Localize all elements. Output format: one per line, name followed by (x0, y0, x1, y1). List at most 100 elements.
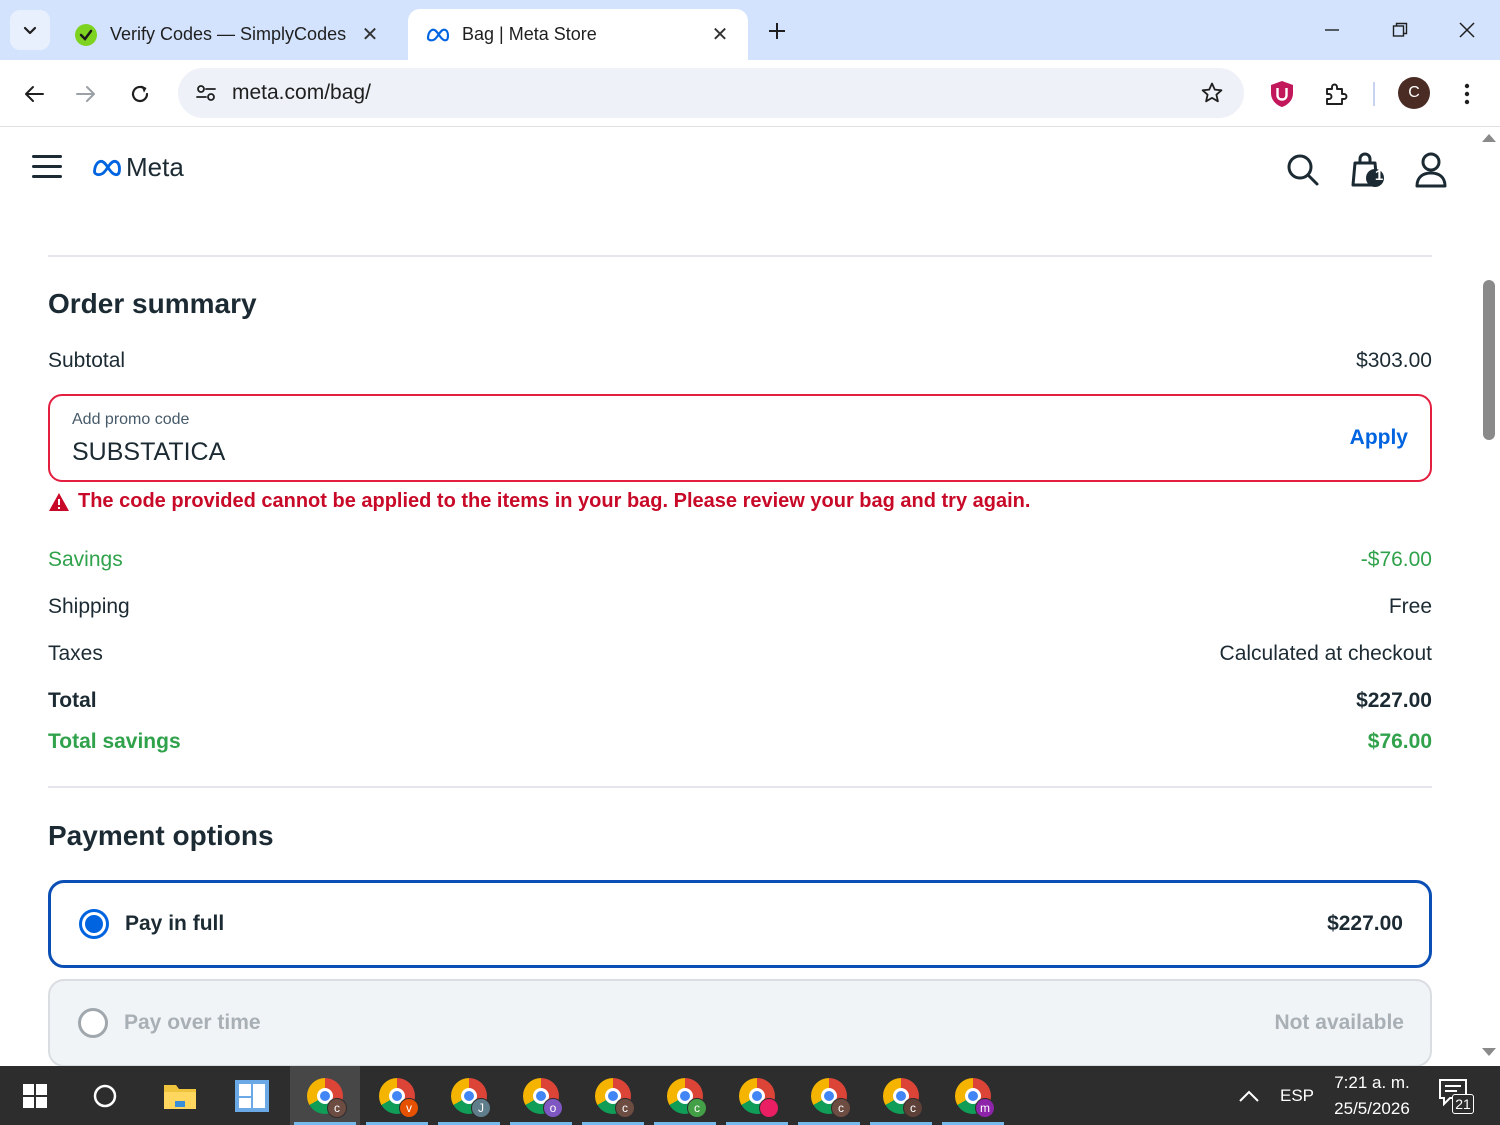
subtotal-value: $303.00 (1356, 349, 1432, 372)
tab-title: Bag | Meta Store (462, 24, 597, 44)
minimize-button[interactable] (1312, 10, 1352, 50)
taskbar-chrome-window[interactable]: c (794, 1066, 864, 1125)
search-icon[interactable] (1284, 150, 1322, 190)
apply-promo-button[interactable]: Apply (1350, 426, 1408, 450)
chrome-icon: c (811, 1077, 851, 1118)
profile-badge: J (471, 1097, 491, 1118)
scroll-thumb[interactable] (1483, 280, 1495, 440)
close-icon[interactable]: ✕ (708, 23, 732, 47)
taxes-value: Calculated at checkout (1219, 642, 1432, 665)
chevron-down-icon (23, 26, 37, 35)
subtotal-row: Subtotal $303.00 (48, 349, 1432, 373)
meta-infinity-icon (93, 159, 121, 176)
taskbar-chrome-window[interactable]: v (362, 1066, 432, 1125)
language-indicator[interactable]: ESP (1280, 1066, 1314, 1125)
reload-button[interactable] (120, 74, 160, 114)
taskbar-chrome-window[interactable]: c (866, 1066, 936, 1125)
kebab-menu-icon[interactable] (1449, 76, 1485, 112)
site-info-icon[interactable] (190, 77, 222, 109)
forward-button[interactable] (66, 74, 106, 114)
address-bar[interactable]: meta.com/bag/ (178, 68, 1244, 118)
chrome-icon: v (379, 1077, 419, 1118)
chrome-icon: c (307, 1077, 347, 1118)
chrome-icon: o (523, 1077, 563, 1118)
scroll-up-arrow-icon[interactable] (1482, 134, 1496, 142)
section-divider (48, 786, 1432, 788)
chrome-icon: c (595, 1077, 635, 1118)
close-window-button[interactable] (1447, 10, 1487, 50)
promo-code-field[interactable]: Add promo code SUBSTATICA Apply (48, 394, 1432, 482)
url-text[interactable]: meta.com/bag/ (232, 81, 371, 105)
option-label: Pay in full (125, 912, 225, 935)
site-header: Meta 1 (0, 128, 1478, 210)
new-tab-button[interactable] (762, 16, 792, 46)
taskbar-chrome-window[interactable]: J (434, 1066, 504, 1125)
arrow-left-icon (25, 86, 44, 102)
page-scrollbar[interactable] (1478, 128, 1500, 1066)
profile-badge: c (831, 1097, 851, 1118)
chrome-icon: J (451, 1077, 491, 1118)
meta-logo[interactable]: Meta (92, 152, 184, 183)
tab-search-button[interactable] (10, 10, 50, 50)
promo-code-input[interactable]: SUBSTATICA (72, 438, 225, 467)
plus-icon (769, 23, 785, 39)
taskbar-chrome-window[interactable]: c (650, 1066, 720, 1125)
taxes-label: Taxes (48, 642, 103, 665)
pay-in-full-option[interactable]: Pay in full $227.00 (48, 880, 1432, 968)
pay-over-time-option: Pay over time Not available (48, 979, 1432, 1066)
restore-icon (1392, 22, 1408, 37)
back-button[interactable] (14, 74, 54, 114)
windows-start-button[interactable] (0, 1066, 70, 1125)
bookmark-star-icon[interactable] (1198, 79, 1226, 107)
chrome-icon: c (667, 1077, 707, 1118)
clock-time: 7:21 a. m. (1334, 1073, 1410, 1092)
file-explorer-button[interactable] (145, 1066, 215, 1125)
promo-error-message: The code provided cannot be applied to t… (48, 490, 1030, 513)
option-label: Pay over time (124, 1011, 261, 1034)
profile-badge: c (327, 1097, 347, 1118)
app-launcher-button[interactable] (217, 1066, 287, 1125)
savings-row: Savings -$76.00 (48, 548, 1432, 572)
taskbar-chrome-window[interactable]: o (506, 1066, 576, 1125)
system-clock[interactable]: 7:21 a. m. 25/5/2026 (1322, 1070, 1422, 1122)
radio-button-selected[interactable] (79, 909, 109, 939)
promo-error-text: The code provided cannot be applied to t… (78, 490, 1031, 512)
tab-simplycodes[interactable]: Verify Codes — SimplyCodes ✕ (56, 9, 398, 60)
action-center-button[interactable]: 21 (1438, 1078, 1474, 1114)
browser-tabstrip: Verify Codes — SimplyCodes ✕ Bag | Meta … (0, 0, 1500, 60)
chevron-up-icon (1239, 1090, 1259, 1102)
cortana-search-button[interactable] (70, 1066, 140, 1125)
option-price: $227.00 (1327, 912, 1403, 935)
user-account-icon[interactable] (1412, 150, 1450, 190)
close-icon[interactable]: ✕ (358, 23, 382, 47)
circle-search-icon (93, 1084, 117, 1107)
taskbar-chrome-window[interactable]: c (578, 1066, 648, 1125)
windows-logo-icon (23, 1083, 47, 1108)
taskbar-chrome-window[interactable]: c (290, 1066, 360, 1125)
clock-date: 25/5/2026 (1334, 1099, 1410, 1118)
taskbar-chrome-window[interactable]: m (938, 1066, 1008, 1125)
logo-text: Meta (126, 152, 184, 182)
taskbar-chrome-window[interactable] (722, 1066, 792, 1125)
tab-meta-store[interactable]: Bag | Meta Store ✕ (408, 9, 748, 60)
chrome-icon: c (883, 1077, 923, 1118)
profile-badge (759, 1097, 779, 1118)
extensions-puzzle-icon[interactable] (1318, 76, 1354, 112)
app-grid-icon (235, 1079, 269, 1112)
ublock-extension-icon[interactable] (1264, 76, 1300, 112)
savings-label: Savings (48, 548, 123, 571)
total-value: $227.00 (1356, 689, 1432, 712)
profile-badge: m (975, 1097, 995, 1118)
profile-avatar[interactable]: C (1398, 77, 1430, 109)
restore-button[interactable] (1380, 10, 1420, 50)
tray-overflow-button[interactable] (1238, 1066, 1260, 1125)
windows-taskbar: c v Jo c c c c m ESP 7:21 a. m. 25/5/2026 21 (0, 1066, 1500, 1125)
scroll-down-arrow-icon[interactable] (1482, 1048, 1496, 1056)
total-savings-row: Total savings $76.00 (48, 730, 1432, 754)
hamburger-menu-icon[interactable] (32, 155, 62, 181)
reload-icon (131, 85, 149, 103)
total-row: Total $227.00 (48, 689, 1432, 713)
order-summary-title: Order summary (48, 288, 257, 319)
shopping-bag-icon[interactable]: 1 (1348, 150, 1386, 190)
close-icon (1459, 22, 1475, 38)
